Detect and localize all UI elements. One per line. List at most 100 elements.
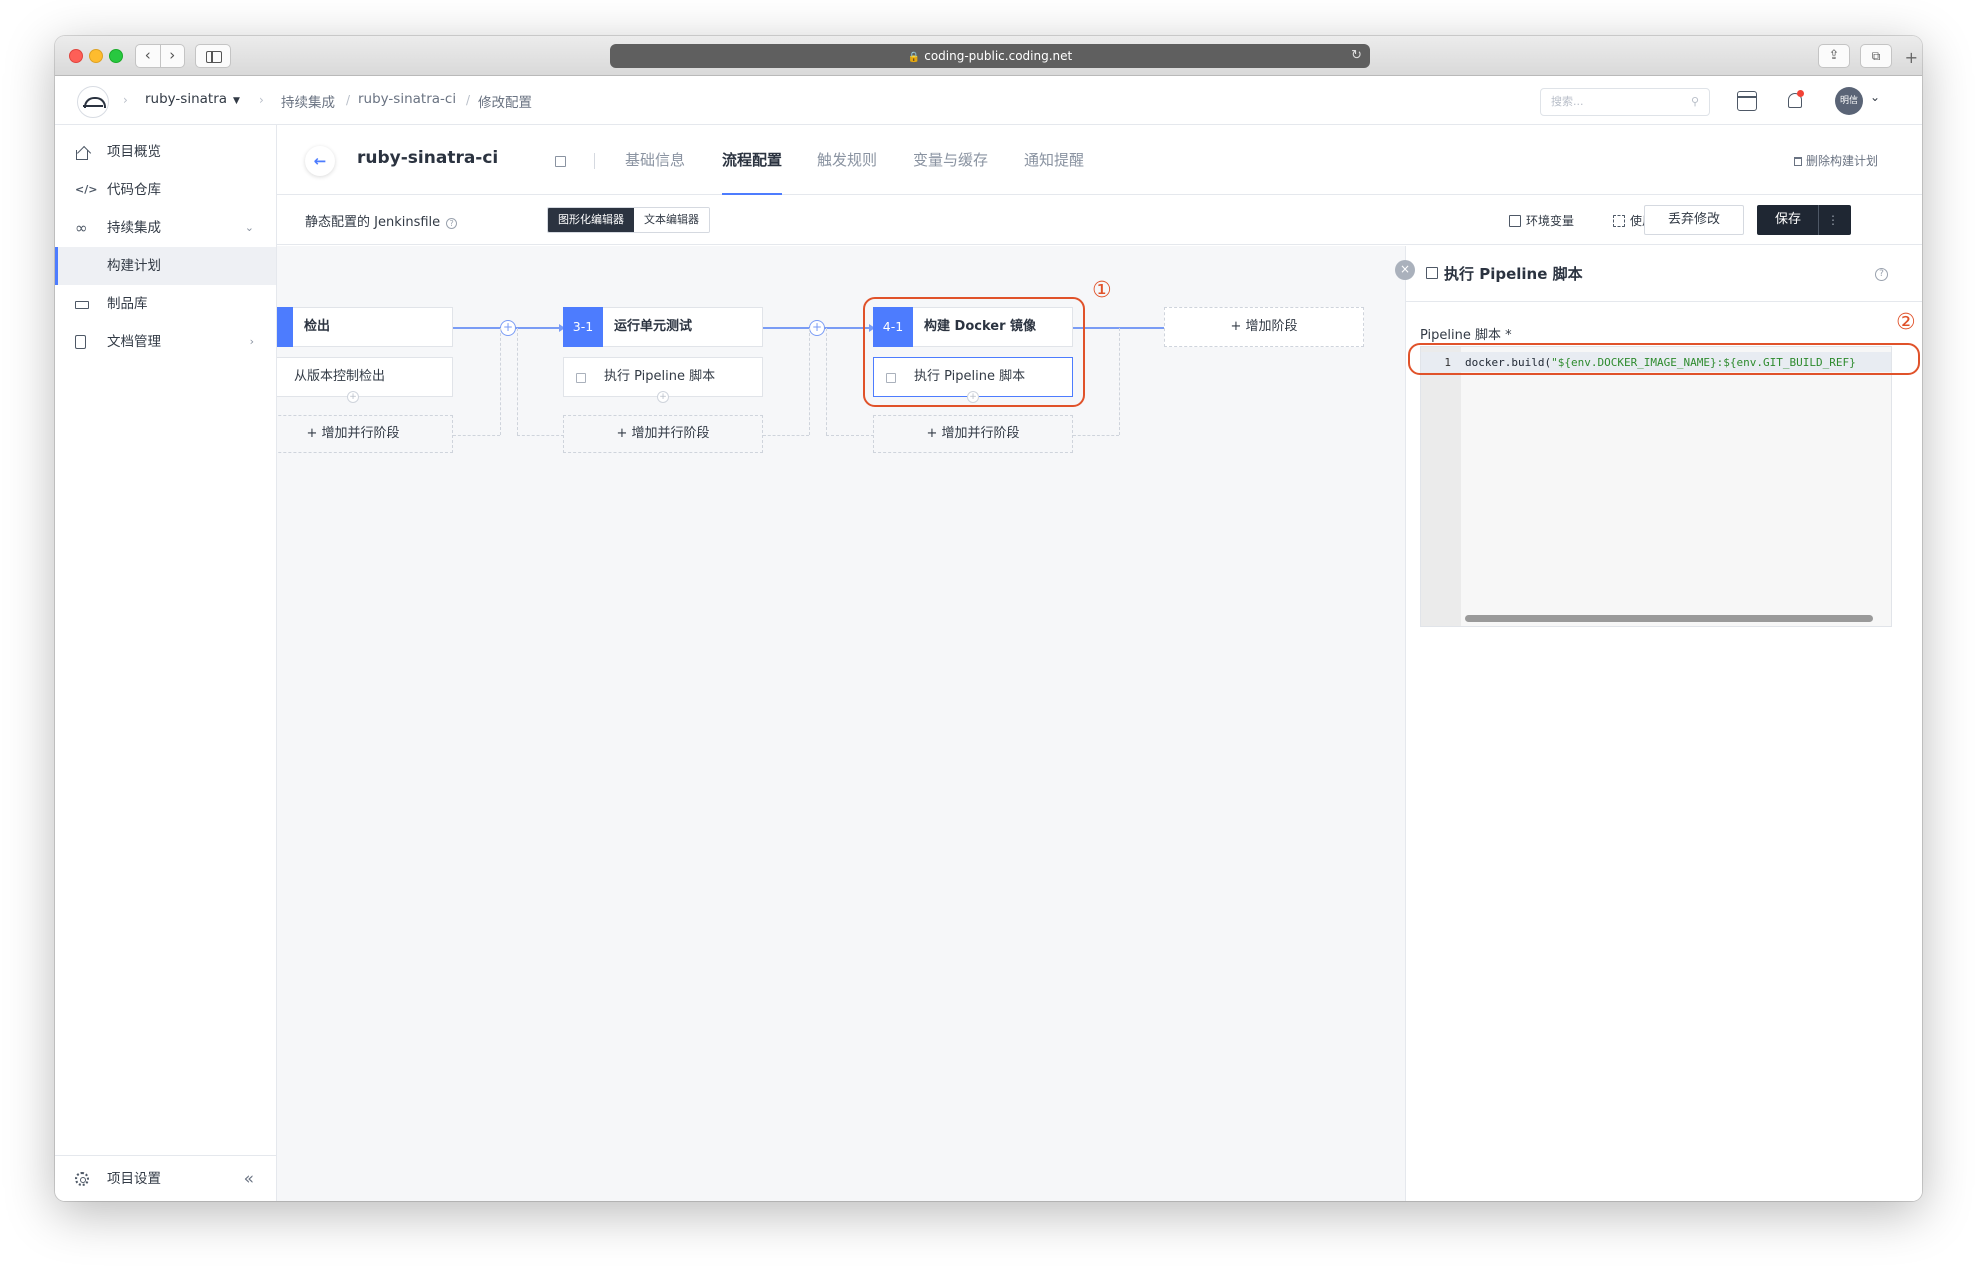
editor-mode-switch: 图形化编辑器 文本编辑器 xyxy=(547,207,710,233)
parallel-connector xyxy=(453,435,500,436)
avatar[interactable]: 明信 xyxy=(1835,87,1863,115)
sidebar-toggle-icon[interactable] xyxy=(195,44,231,68)
back-icon[interactable]: ‹ xyxy=(135,44,161,68)
more-options-icon[interactable]: ⋮ xyxy=(1818,205,1839,235)
minimize-window-button[interactable] xyxy=(89,49,103,63)
browser-titlebar: ‹ › 🔒 coding-public.coding.net ↻ ⇪ ⧉ + xyxy=(55,36,1922,76)
package-icon xyxy=(75,301,89,309)
add-step-icon[interactable]: + xyxy=(657,391,669,403)
add-parallel-stage-button[interactable]: + 增加并行阶段 xyxy=(873,415,1073,453)
parallel-connector xyxy=(1119,328,1120,435)
search-icon: ⚲ xyxy=(1690,95,1699,108)
annotation-marker: ② xyxy=(1896,310,1916,335)
main-content: ← ruby-sinatra-ci 基础信息 流程配置 触发规则 变量与缓存 通… xyxy=(277,125,1922,1201)
panel-title: 执行 Pipeline 脚本 xyxy=(1444,265,1583,283)
close-window-button[interactable] xyxy=(69,49,83,63)
project-sidebar: 项目概览 </> 代码仓库 ∞ 持续集成 ⌄ 构建计划 制品库 文档管理 › 项… xyxy=(55,125,277,1201)
forward-icon[interactable]: › xyxy=(160,44,185,68)
reload-icon[interactable]: ↻ xyxy=(1351,44,1362,68)
tab-pipeline-config[interactable]: 流程配置 xyxy=(722,149,783,195)
notification-bell-icon[interactable] xyxy=(1785,90,1805,111)
parallel-connector xyxy=(826,435,874,436)
variable-icon xyxy=(1509,215,1521,227)
annotation-marker: ① xyxy=(1092,278,1112,303)
browser-window: ‹ › 🔒 coding-public.coding.net ↻ ⇪ ⧉ + › … xyxy=(55,36,1922,1201)
lock-icon: 🔒 xyxy=(907,52,921,63)
save-button[interactable]: 保存 ⋮ xyxy=(1757,205,1851,235)
parallel-connector xyxy=(1073,435,1119,436)
add-parallel-stage-button[interactable]: + 增加并行阶段 xyxy=(563,415,763,453)
url-bar[interactable]: 🔒 coding-public.coding.net ↻ xyxy=(610,44,1370,68)
home-icon xyxy=(76,150,88,160)
page-title: ruby-sinatra-ci xyxy=(357,148,499,168)
tab-variables-cache[interactable]: 变量与缓存 xyxy=(913,149,988,195)
document-icon xyxy=(75,335,86,349)
tab-notifications[interactable]: 通知提醒 xyxy=(1024,149,1084,195)
pipeline-stage-unit-test[interactable]: 3-1 运行单元测试 xyxy=(563,307,763,347)
pipeline-script-editor[interactable]: 1 docker.build("${env.DOCKER_IMAGE_NAME}… xyxy=(1420,346,1892,627)
sidebar-item-build-plans[interactable]: 构建计划 xyxy=(55,247,276,285)
calendar-icon[interactable] xyxy=(1737,91,1757,111)
sidebar-item-artifacts[interactable]: 制品库 xyxy=(55,285,276,323)
script-icon xyxy=(576,373,586,383)
chevron-right-icon: › xyxy=(249,335,254,348)
search-input[interactable]: 搜索... ⚲ xyxy=(1540,88,1710,116)
env-vars-button[interactable]: 环境变量 xyxy=(1509,212,1574,229)
back-arrow-icon[interactable]: ← xyxy=(305,146,335,176)
static-config-label: 静态配置的 Jenkinsfile? xyxy=(305,211,458,230)
history-nav: ‹ › xyxy=(135,44,185,68)
parallel-connector xyxy=(763,435,809,436)
tab-trigger-rules[interactable]: 触发规则 xyxy=(817,149,877,195)
text-editor-button[interactable]: 文本编辑器 xyxy=(634,208,709,232)
tabs-overview-icon[interactable]: ⧉ xyxy=(1860,44,1892,68)
breadcrumb-current: 修改配置 xyxy=(478,95,532,111)
add-stage-button[interactable]: + 增加阶段 xyxy=(1164,307,1364,347)
divider xyxy=(594,153,595,169)
horizontal-scrollbar[interactable] xyxy=(1465,615,1873,622)
coding-logo-icon[interactable] xyxy=(77,86,109,118)
sidebar-item-overview[interactable]: 项目概览 xyxy=(55,133,276,171)
gear-icon xyxy=(75,1172,89,1186)
panel-header: 执行 Pipeline 脚本 ? xyxy=(1406,246,1922,302)
insert-stage-icon[interactable]: + xyxy=(500,320,516,336)
chevron-down-icon[interactable]: ⌄ xyxy=(1870,90,1880,104)
script-icon xyxy=(1426,267,1438,279)
annotation-highlight xyxy=(1408,343,1920,375)
parallel-connector xyxy=(809,328,810,435)
discard-changes-button[interactable]: 丢弃修改 xyxy=(1644,205,1744,235)
delete-plan-button[interactable]: 删除构建计划 xyxy=(1793,152,1878,169)
add-parallel-stage-button[interactable]: + 增加并行阶段 xyxy=(277,415,453,453)
breadcrumb-separator: / xyxy=(466,93,471,107)
share-icon[interactable]: ⇪ xyxy=(1818,44,1850,68)
infinity-icon: ∞ xyxy=(75,219,88,237)
parallel-connector xyxy=(517,435,564,436)
project-switcher[interactable]: ruby-sinatra ▼ xyxy=(145,91,240,107)
help-icon[interactable]: ? xyxy=(1875,268,1888,281)
pipeline-canvas[interactable]: + + 1 检出 从版本控制检出 + + 增加并行阶段 xyxy=(277,246,1406,1201)
breadcrumb-ci[interactable]: 持续集成 xyxy=(281,91,335,111)
pipeline-step-checkout[interactable]: 从版本控制检出 xyxy=(277,357,453,397)
trash-icon xyxy=(1793,157,1802,166)
pipeline-stage-checkout[interactable]: 1 检出 xyxy=(277,307,453,347)
parallel-connector xyxy=(517,328,518,435)
sidebar-item-project-settings[interactable]: 项目设置 « xyxy=(55,1155,276,1201)
caret-down-icon: ▼ xyxy=(233,96,240,106)
tab-basic-info[interactable]: 基础信息 xyxy=(625,149,685,195)
add-step-icon[interactable]: + xyxy=(347,391,359,403)
breadcrumb-plan[interactable]: ruby-sinatra-ci xyxy=(358,91,456,107)
pipeline-script-label: Pipeline 脚本 * xyxy=(1420,328,1512,343)
sidebar-item-docs[interactable]: 文档管理 › xyxy=(55,323,276,361)
graphical-editor-button[interactable]: 图形化编辑器 xyxy=(548,208,634,232)
insert-stage-icon[interactable]: + xyxy=(809,320,825,336)
edit-icon[interactable] xyxy=(555,156,566,167)
config-toolbar: 静态配置的 Jenkinsfile? 图形化编辑器 文本编辑器 环境变量 使用模… xyxy=(277,195,1922,245)
sidebar-item-code-repo[interactable]: </> 代码仓库 xyxy=(55,171,276,209)
annotation-highlight xyxy=(863,297,1085,407)
new-tab-icon[interactable]: + xyxy=(1905,48,1918,67)
zoom-window-button[interactable] xyxy=(109,49,123,63)
help-icon[interactable]: ? xyxy=(446,218,458,229)
collapse-sidebar-icon[interactable]: « xyxy=(244,1156,254,1201)
parallel-connector xyxy=(500,328,501,435)
line-gutter xyxy=(1421,347,1461,626)
sidebar-item-ci[interactable]: ∞ 持续集成 ⌄ xyxy=(55,209,276,247)
